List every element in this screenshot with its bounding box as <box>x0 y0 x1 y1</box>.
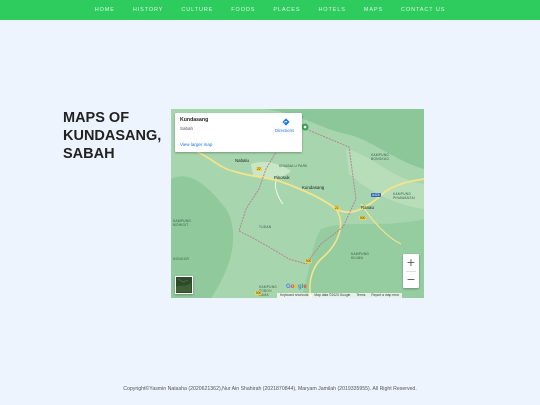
map-label-kampung-bongkud: KAMPUNG BONGKUD <box>371 153 390 161</box>
road-shield-500: 500 <box>305 259 313 263</box>
nav-maps[interactable]: MAPS <box>364 7 383 13</box>
nav-hotels[interactable]: HOTELS <box>318 7 345 13</box>
road-shield-500: 500 <box>255 291 263 295</box>
map-label-kampung-mohigit: KAMPUNG MOHIGIT <box>173 219 192 227</box>
map-label-pinosuk: Pinosuk <box>274 175 290 180</box>
top-navbar: HOME HISTORY CULTURE FOODS PLACES HOTELS… <box>0 0 540 20</box>
zoom-in-button[interactable]: + <box>403 254 419 271</box>
nav-history[interactable]: HISTORY <box>133 7 164 13</box>
map-attribution-bar: Keyboard shortcuts Map data ©2023 Google… <box>277 293 403 298</box>
map-label-dongor: DONGOR <box>173 257 190 261</box>
road-shield-22: 22 <box>256 167 262 171</box>
page-title: MAPS OF KUNDASANG, SABAH <box>63 109 173 163</box>
page-title-line2: KUNDASANG, <box>63 128 162 144</box>
zoom-out-button[interactable]: − <box>403 271 419 288</box>
satellite-layer-toggle[interactable] <box>175 276 193 294</box>
report-map-error-link[interactable]: Report a map error <box>368 293 402 298</box>
page-footer: Copyright©Yasmin Natasha (2020621362),Nu… <box>0 386 540 392</box>
keyboard-shortcuts-link[interactable]: Keyboard shortcuts <box>277 293 311 298</box>
map-label-kinabalu-park: KINABALU PARK <box>279 164 308 168</box>
terms-link[interactable]: Terms <box>353 293 368 298</box>
road-shield-a: A4Z6 <box>371 193 381 197</box>
map-label-ranau: Ranau <box>361 205 374 210</box>
google-logo: Google <box>286 284 307 290</box>
satellite-thumb-icon <box>176 277 191 292</box>
map-label-kundasang: Kundasang <box>302 185 325 190</box>
embedded-map[interactable]: KAMPUNG BONGKUD KAMPUNG MOHIGIT TUDAN KAMP… <box>171 109 424 298</box>
view-larger-map-link[interactable]: View larger map <box>180 142 212 147</box>
map-place-title: Kundasang <box>180 117 209 123</box>
nav-places[interactable]: PLACES <box>273 7 300 13</box>
map-place-subtitle: Sabah <box>180 126 194 131</box>
nav-foods[interactable]: FOODS <box>231 7 255 13</box>
nav-home[interactable]: HOME <box>95 7 115 13</box>
page-title-line3: SABAH <box>63 146 115 162</box>
road-shield-500: 500 <box>359 216 367 220</box>
directions-icon[interactable] <box>282 118 290 126</box>
zoom-controls: + − <box>403 254 419 288</box>
map-info-card: Kundasang Sabah View larger map Directio… <box>175 113 302 152</box>
zoom-divider <box>406 271 416 272</box>
map-data-credit: Map data ©2023 Google <box>314 293 351 297</box>
map-label-nabalu: Nabalu <box>235 158 249 163</box>
map-label-kampung-pinawantai: KAMPUNG PINAWANTAI <box>393 192 416 200</box>
directions-label[interactable]: Directions <box>275 128 294 133</box>
copyright-text: Copyright©Yasmin Natasha (2020621362),Nu… <box>123 386 417 392</box>
road-shield-22: 22 <box>334 206 340 210</box>
map-label-kampung-kilimu: KAMPUNG KILIMU <box>351 252 370 260</box>
nav-contact-us[interactable]: CONTACT US <box>401 7 445 13</box>
nav-culture[interactable]: CULTURE <box>181 7 213 13</box>
page-title-line1: MAPS OF <box>63 110 130 126</box>
map-label-tudan: TUDAN <box>259 225 272 229</box>
